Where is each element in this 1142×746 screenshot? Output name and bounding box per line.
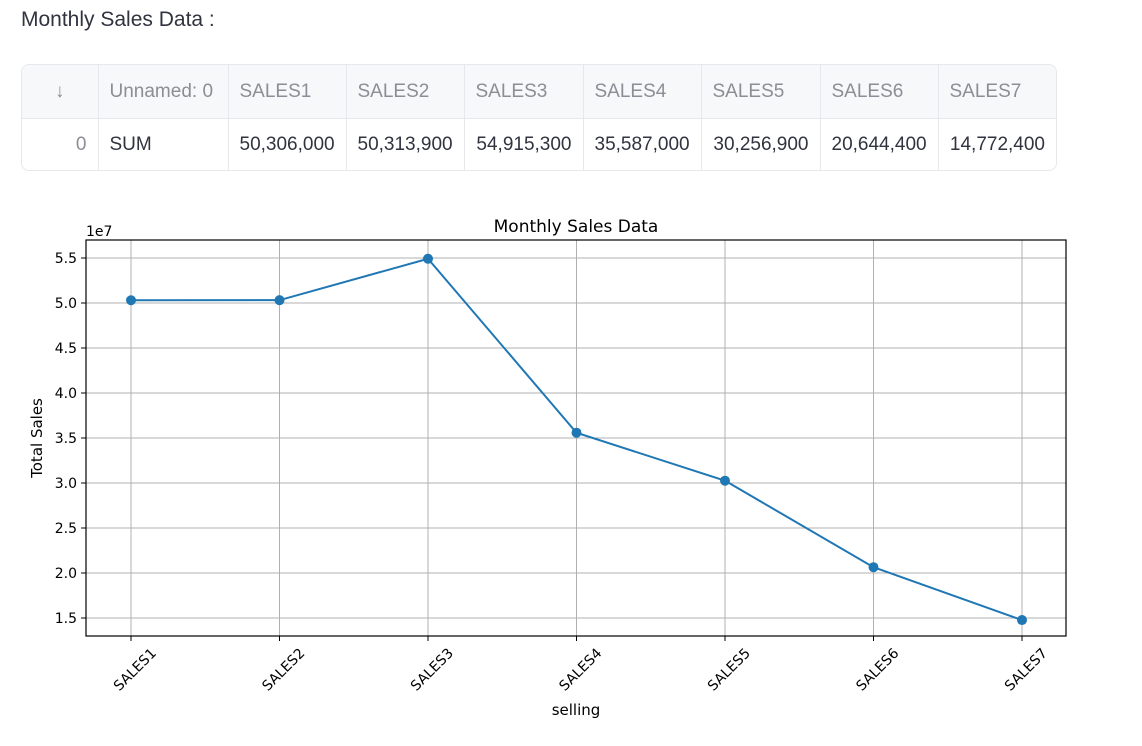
table-cell[interactable]: SUM (98, 118, 229, 170)
column-header[interactable]: SALES2 (346, 65, 465, 119)
x-tick-label: SALES6 (853, 645, 902, 694)
column-header[interactable]: SALES4 (583, 65, 702, 119)
table-cell[interactable]: 20,644,400 (820, 118, 939, 170)
row-index[interactable]: 0 (22, 118, 99, 170)
data-point (571, 427, 582, 438)
y-tick-label: 5.5 (55, 251, 77, 267)
x-axis-label: selling (552, 701, 601, 719)
arrow-down-icon: ↓ (55, 80, 65, 102)
table-cell[interactable]: 35,587,000 (583, 118, 702, 170)
table-cell[interactable]: 30,256,900 (701, 118, 821, 170)
axis-ticks: SALES1 SALES2 SALES3 SALES4 SALES5 SALES6 SALE… (55, 251, 1051, 694)
y-tick-label: 3.0 (55, 476, 77, 492)
line-chart: Monthly Sales Data 1e7 selling Total Sal… (28, 217, 1067, 719)
x-tick-label: SALES7 (1002, 646, 1051, 695)
column-header[interactable]: SALES6 (820, 65, 939, 119)
column-header[interactable]: SALES3 (464, 65, 584, 119)
page: Monthly Sales Data : ↓ Unnamed: 0 SALES1… (0, 0, 1142, 746)
column-header[interactable]: Unnamed: 0 (98, 65, 229, 119)
x-tick-label: SALES3 (408, 646, 457, 695)
y-tick-label: 4.5 (55, 341, 77, 357)
column-header[interactable]: SALES5 (701, 65, 821, 119)
index-sort-header[interactable]: ↓ (22, 65, 99, 119)
x-tick-label: SALES2 (259, 646, 308, 695)
y-offset-label: 1e7 (86, 224, 112, 240)
y-tick-label: 2.5 (55, 521, 77, 537)
data-point (126, 295, 136, 306)
column-header[interactable]: SALES7 (938, 65, 1056, 119)
data-point (274, 295, 285, 306)
data-point (423, 253, 433, 264)
table-cell[interactable]: 54,915,300 (464, 118, 584, 170)
y-tick-label: 1.5 (55, 611, 77, 627)
y-tick-label: 5.0 (55, 296, 77, 312)
x-tick-label: SALES1 (111, 646, 160, 695)
table-cell[interactable]: 14,772,400 (938, 119, 1056, 171)
data-point (720, 475, 730, 486)
chart-title: Monthly Sales Data (494, 217, 659, 237)
y-tick-label: 3.5 (55, 431, 77, 447)
x-tick-label: SALES4 (556, 645, 605, 694)
table-cell[interactable]: 50,313,900 (346, 118, 465, 170)
column-header[interactable]: SALES1 (228, 65, 347, 119)
table-row: 0 SUM 50,306,000 50,313,900 54,915,300 3… (22, 118, 1056, 171)
x-tick-label: SALES5 (705, 646, 754, 695)
y-tick-label: 4.0 (55, 386, 77, 402)
sales-table: ↓ Unnamed: 0 SALES1 SALES2 SALES3 SALES4… (22, 65, 1056, 171)
data-point (1017, 615, 1027, 626)
y-tick-label: 2.0 (55, 566, 77, 582)
dataframe-table[interactable]: ↓ Unnamed: 0 SALES1 SALES2 SALES3 SALES4… (21, 64, 1057, 171)
table-cell[interactable]: 50,306,000 (228, 118, 347, 170)
y-axis-label: Total Sales (28, 398, 46, 479)
table-header-row: ↓ Unnamed: 0 SALES1 SALES2 SALES3 SALES4… (22, 65, 1056, 119)
page-heading: Monthly Sales Data : (21, 8, 215, 31)
data-point (868, 562, 879, 573)
